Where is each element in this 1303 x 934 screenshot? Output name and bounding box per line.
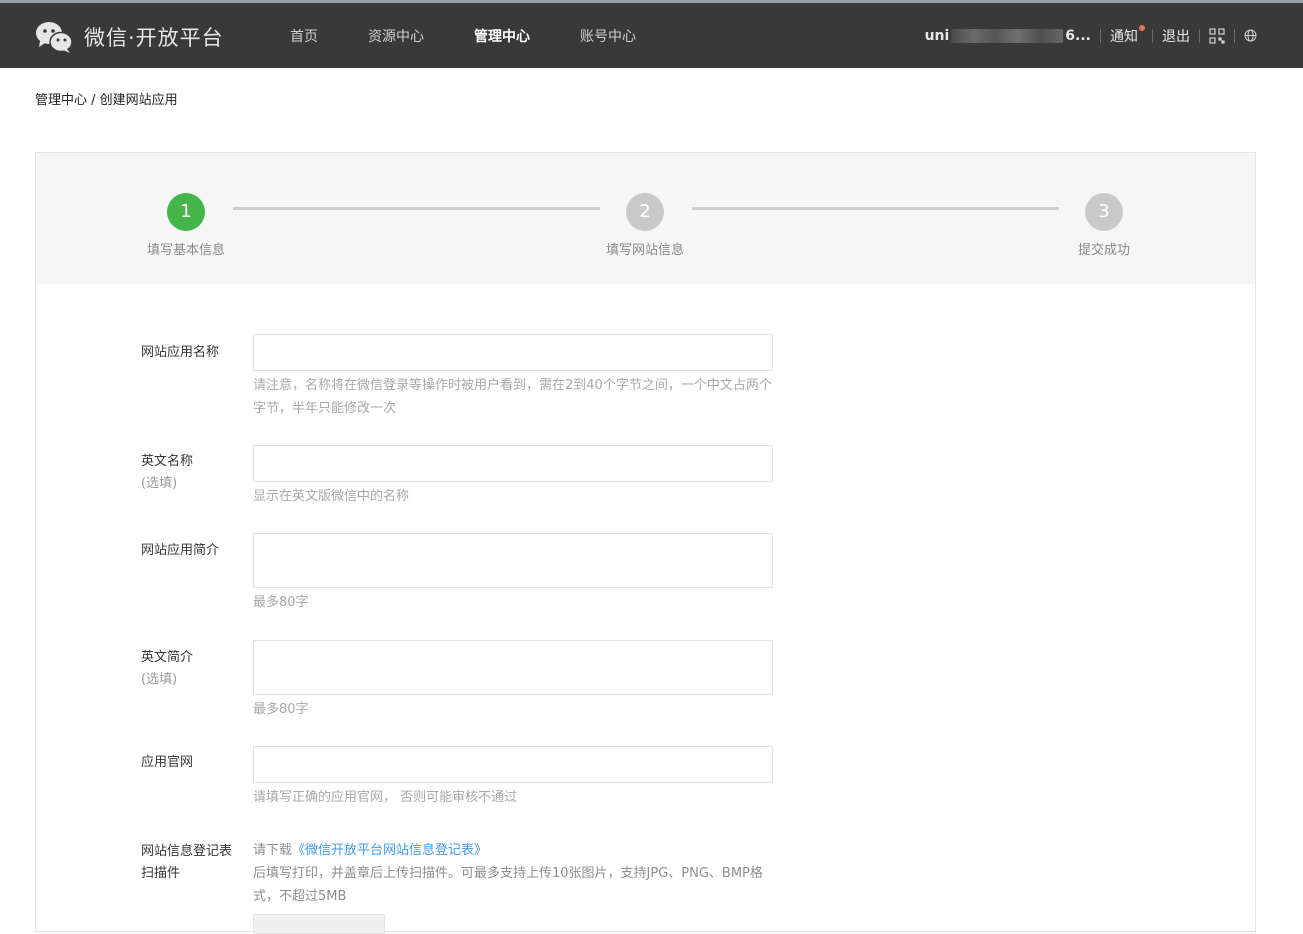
scan-label-line2: 扫描件 — [141, 866, 181, 881]
logo[interactable]: 微信·开放平台 — [35, 20, 224, 54]
globe-icon[interactable] — [1244, 29, 1257, 42]
divider — [1152, 28, 1153, 43]
username-redacted — [951, 28, 1064, 43]
step-2-circle: 2 — [626, 193, 664, 231]
optional-tag: (选填) — [141, 476, 178, 491]
main-nav: 首页 资源中心 管理中心 账号中心 — [268, 3, 664, 68]
en-intro-textarea[interactable] — [253, 640, 773, 695]
nav-item-home[interactable]: 首页 — [268, 3, 340, 68]
intro-label: 网站应用简介 — [141, 543, 220, 558]
step-connector — [692, 207, 1059, 210]
user-area: uni 6... 通知 退出 — [925, 3, 1257, 68]
scan-description: 后填写打印，并盖章后上传扫描件。可最多支持上传10张图片，支持JPG、PNG、B… — [253, 866, 763, 904]
en-name-label: 英文名称 (选填) — [141, 451, 193, 495]
en-intro-label-text: 英文简介 — [141, 650, 194, 665]
wechat-logo-icon — [35, 20, 73, 54]
nav-item-management[interactable]: 管理中心 — [452, 3, 552, 68]
divider — [1100, 28, 1101, 43]
create-app-card: 1 填写基本信息 2 填写网站信息 3 提交成功 网站应用名称 请注意，名称将在… — [35, 152, 1256, 934]
qrcode-icon[interactable] — [1209, 27, 1225, 44]
step-connector — [233, 207, 600, 210]
username-prefix: uni — [924, 27, 950, 44]
notify-link[interactable]: 通知 — [1110, 24, 1145, 46]
app-name-label: 网站应用名称 — [141, 345, 220, 360]
en-name-hint: 显示在英文版微信中的名称 — [253, 489, 410, 504]
username-suffix: 6... — [1065, 27, 1091, 44]
nav-item-account[interactable]: 账号中心 — [558, 3, 658, 68]
en-name-label-text: 英文名称 — [141, 454, 194, 469]
en-intro-hint: 最多80字 — [253, 702, 309, 717]
divider — [1199, 28, 1200, 43]
intro-hint: 最多80字 — [253, 595, 309, 610]
scan-instructions: 请下载《微信开放平台网站信息登记表》 后填写打印，并盖章后上传扫描件。可最多支持… — [253, 839, 778, 908]
divider — [1234, 28, 1235, 43]
nav-item-resources[interactable]: 资源中心 — [346, 3, 446, 68]
step-1-label: 填写基本信息 — [146, 243, 225, 258]
en-name-input[interactable] — [253, 445, 773, 482]
scan-label: 网站信息登记表 扫描件 — [141, 841, 232, 885]
intro-textarea[interactable] — [253, 533, 773, 588]
website-hint: 请填写正确的应用官网， 否则可能审核不通过 — [253, 790, 518, 805]
app-name-hint: 请注意，名称将在微信登录等操作时被用户看到，需在2到40个字节之间，一个中文占两… — [253, 378, 772, 416]
username[interactable]: uni 6... — [925, 28, 1091, 44]
notify-label: 通知 — [1110, 28, 1138, 45]
website-label: 应用官网 — [141, 755, 194, 770]
website-input[interactable] — [253, 746, 773, 783]
en-intro-label: 英文简介 (选填) — [141, 647, 193, 691]
logo-text: 微信·开放平台 — [84, 26, 224, 50]
step-3-circle: 3 — [1085, 193, 1123, 231]
app-name-input[interactable] — [253, 334, 773, 371]
download-prefix: 请下载 — [253, 843, 293, 858]
step-1-circle: 1 — [167, 193, 205, 231]
step-2-label: 填写网站信息 — [605, 243, 684, 258]
breadcrumb: 管理中心 / 创建网站应用 — [35, 93, 178, 108]
step-3-label: 提交成功 — [1077, 243, 1130, 258]
upload-button[interactable] — [253, 914, 385, 934]
progress-steps: 1 填写基本信息 2 填写网站信息 3 提交成功 — [36, 153, 1255, 284]
notification-dot-icon — [1139, 24, 1145, 31]
optional-tag: (选填) — [141, 672, 178, 687]
top-navigation-bar: 微信·开放平台 首页 资源中心 管理中心 账号中心 uni 6... 通知 退出 — [0, 0, 1303, 68]
logout-link[interactable]: 退出 — [1162, 26, 1190, 46]
download-form-link[interactable]: 《微信开放平台网站信息登记表》 — [292, 843, 487, 858]
scan-label-line1: 网站信息登记表 — [141, 844, 233, 859]
